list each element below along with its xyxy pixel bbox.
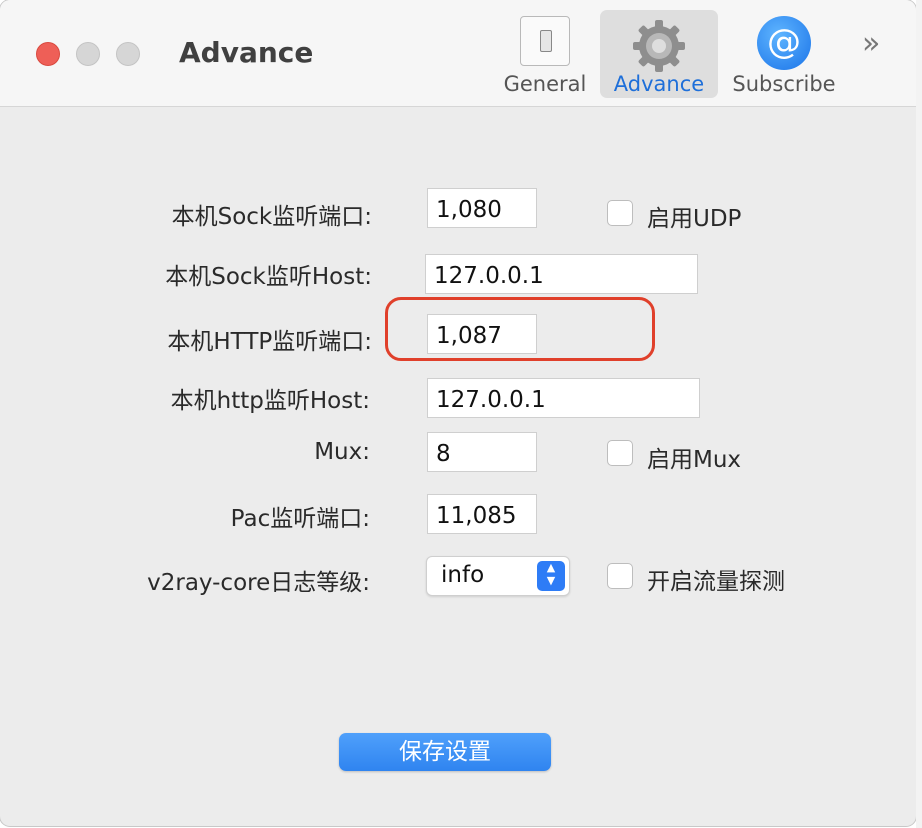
log-level-select[interactable]: info ▲ ▼ (426, 556, 570, 596)
pac-port-label: Pac监听端口: (230, 506, 370, 532)
log-level-value: info (441, 562, 485, 588)
preferences-window: Advance General Advance @ Subscribe » 本机… (0, 0, 916, 826)
close-button[interactable] (36, 42, 60, 66)
save-settings-button[interactable]: 保存设置 (339, 733, 551, 771)
tab-advance[interactable]: Advance (600, 10, 718, 98)
tab-advance-label: Advance (613, 72, 705, 96)
log-level-label: v2ray-core日志等级: (147, 570, 370, 596)
titlebar: Advance General Advance @ Subscribe » (0, 0, 916, 107)
http-host-label: 本机http监听Host: (170, 388, 370, 414)
enable-mux-checkbox[interactable] (607, 440, 633, 466)
socks-host-label: 本机Sock监听Host: (165, 264, 372, 290)
socks-port-label: 本机Sock监听端口: (171, 204, 372, 230)
mux-field[interactable]: 8 (427, 432, 537, 472)
tab-general[interactable]: General (500, 10, 590, 98)
toolbar-overflow-chevron-icon[interactable]: » (862, 26, 880, 61)
annotation-highlight (385, 297, 655, 361)
traffic-detect-checkbox[interactable] (607, 563, 633, 589)
background-window-edge (916, 0, 922, 828)
pac-port-field[interactable]: 11,085 (427, 494, 537, 534)
mux-label: Mux: (314, 439, 370, 465)
window-title: Advance (179, 36, 314, 69)
zoom-button[interactable] (116, 42, 140, 66)
enable-udp-label: 启用UDP (647, 206, 742, 232)
up-down-chevron-icon: ▲ ▼ (537, 561, 565, 591)
gear-icon (633, 20, 685, 72)
toggle-switch-icon (520, 16, 570, 66)
enable-udp-checkbox[interactable] (607, 200, 633, 226)
socks-host-field[interactable]: 127.0.0.1 (425, 254, 698, 294)
at-sign-icon: @ (757, 16, 811, 70)
http-host-field[interactable]: 127.0.0.1 (427, 378, 700, 418)
socks-port-field[interactable]: 1,080 (427, 188, 537, 228)
http-port-label: 本机HTTP监听端口: (167, 329, 372, 355)
tab-general-label: General (503, 72, 587, 96)
enable-mux-label: 启用Mux (647, 447, 742, 473)
traffic-detect-label: 开启流量探测 (647, 569, 785, 595)
tab-subscribe[interactable]: @ Subscribe (726, 10, 842, 98)
minimize-button[interactable] (76, 42, 100, 66)
tab-subscribe-label: Subscribe (732, 72, 836, 96)
